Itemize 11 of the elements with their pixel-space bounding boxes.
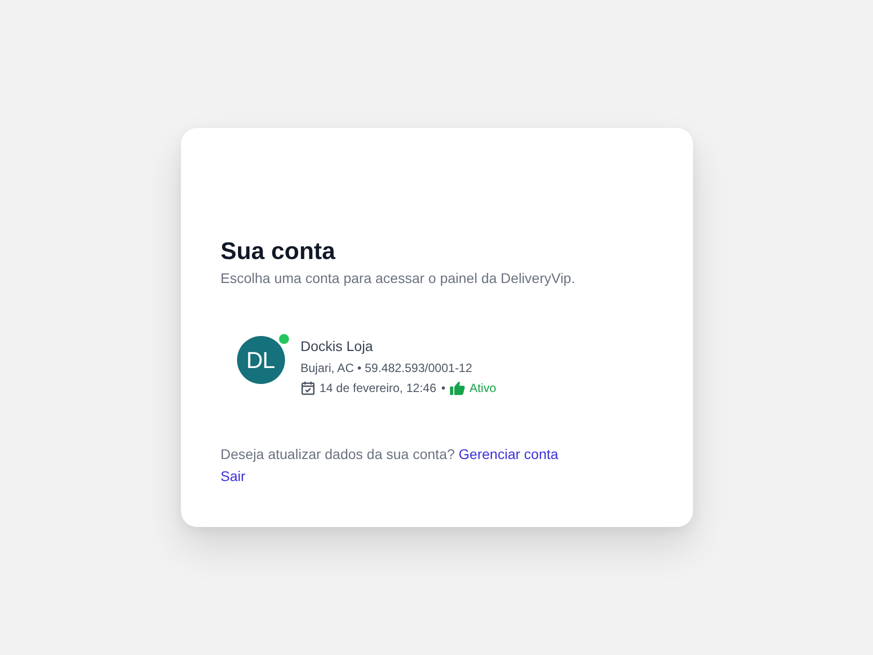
separator-dot: • [441, 380, 446, 397]
update-question: Deseja atualizar dados da sua conta? [220, 446, 455, 462]
manage-account-link[interactable]: Gerenciar conta [458, 446, 558, 462]
dialog-subtitle: Escolha uma conta para acessar o painel da DeliveryVip. [220, 269, 576, 288]
last-access-date: 14 de fevereiro, 12:46 [320, 380, 436, 397]
logout-link[interactable]: Sair [220, 465, 246, 487]
account-details: Bujari, AC • 59.482.593/0001-12 [300, 360, 474, 377]
dialog-title: Sua conta [220, 237, 336, 267]
account-name: Dockis Loja [300, 337, 374, 356]
calendar-check-icon [300, 381, 314, 395]
status-label: Ativo [469, 380, 496, 397]
